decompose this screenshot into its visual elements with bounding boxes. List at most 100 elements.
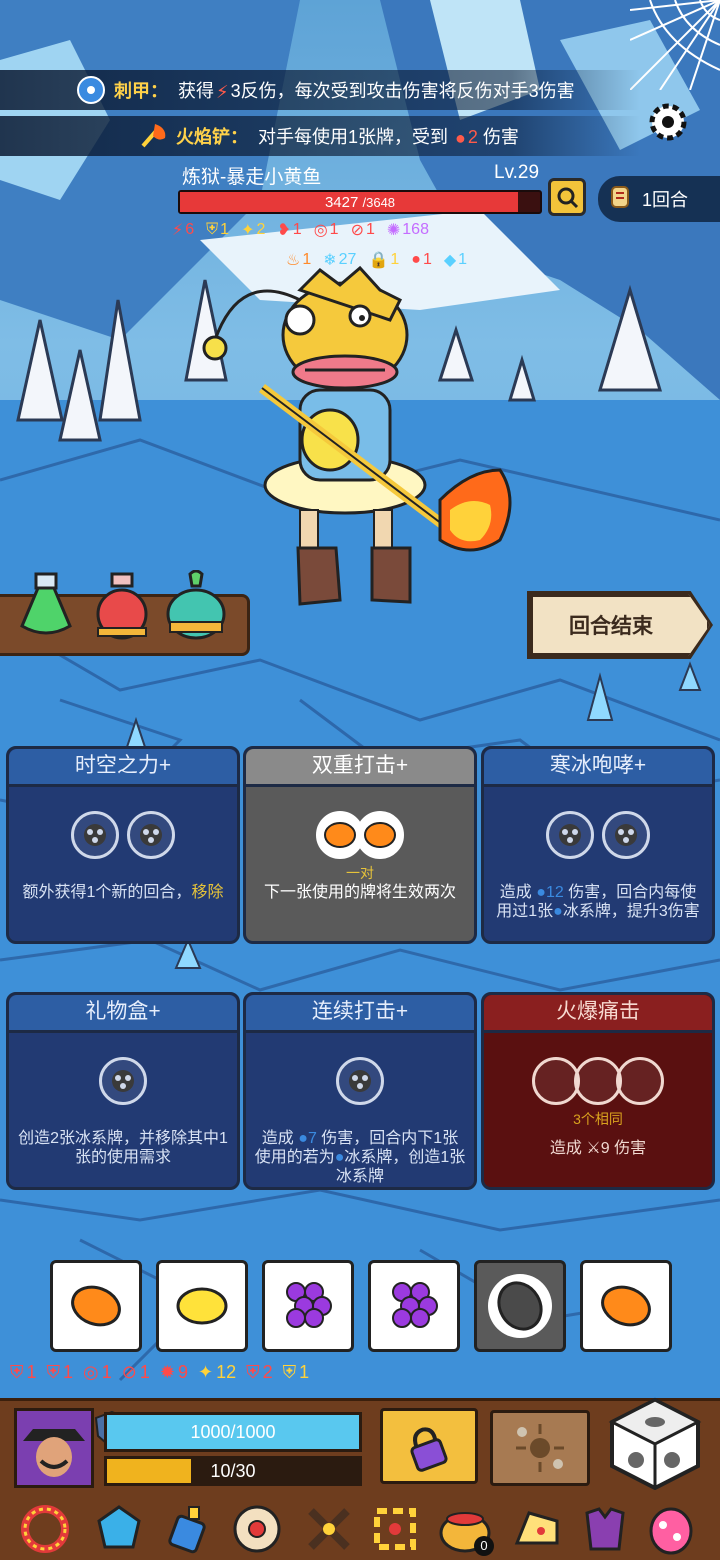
status-thorn[interactable]: ⚡ 6 — [172, 220, 194, 240]
relic-tools-icon[interactable] — [300, 1500, 358, 1558]
status-shield-attack[interactable]: ⛨ 1 — [47, 1362, 74, 1383]
card-title: 火爆痛击 — [484, 995, 712, 1033]
status-snowflake[interactable]: ❄ 27 — [323, 250, 356, 270]
empty-slot[interactable] — [616, 1057, 664, 1105]
die-grape[interactable] — [368, 1260, 460, 1352]
end-turn-button[interactable]: 回合结束 — [530, 594, 710, 656]
dice-slot[interactable] — [546, 811, 594, 859]
blood-drop-icon: ● — [411, 251, 421, 268]
card-requirement — [484, 863, 712, 881]
enemy-status-row-1: ⚡ 6 ⛨ 1 ✦ 2 ❥ 1 ◎ 1 ⊘ 1 ✺ 168 — [172, 220, 429, 240]
spiral-icon: ◎ — [83, 1362, 99, 1382]
status-gear-burst[interactable]: ✹ 9 — [160, 1362, 188, 1383]
red-potion-icon[interactable] — [88, 570, 156, 644]
status-star-burst[interactable]: ✦ 2 — [241, 220, 265, 240]
status-lock[interactable]: 🔒 1 — [368, 250, 399, 270]
empty-slot[interactable] — [532, 1057, 580, 1105]
fire-icon: ♨ — [286, 252, 301, 269]
relic-donut-icon[interactable] — [228, 1500, 286, 1558]
dice-slot[interactable] — [127, 811, 175, 859]
card-combo-strike[interactable]: 连续打击+ 造成 ●7 伤害，回合内下1张使用的若为●冰系牌，创造1张冰系牌 — [243, 992, 477, 1190]
orange-slot-icon[interactable] — [356, 811, 404, 859]
enemy-name: 炼狱-暴走小黄鱼 — [182, 167, 322, 188]
burst-skill-button[interactable] — [490, 1410, 590, 1486]
gear-burst-icon: ✹ — [159, 1362, 175, 1382]
splat-icon: ✺ — [386, 222, 401, 239]
sword-icon: ⚔ — [586, 1140, 601, 1157]
status-value: 1 — [101, 1362, 112, 1382]
status-thorn-shield[interactable]: ⛨ 1 — [10, 1362, 37, 1383]
thorn-icon: ⚡ — [172, 222, 184, 239]
dice-slot[interactable] — [99, 1057, 147, 1105]
card-ice-roar[interactable]: 寒冰咆哮+ 造成 ●12 伤害，回合内每使用过1张●冰系牌，提升3伤害 — [481, 746, 715, 944]
shield-icon: ⛨ — [282, 1362, 297, 1382]
status-value: 1 — [458, 251, 468, 268]
card-time-power[interactable]: 时空之力+ 额外获得1个新的回合，移除 — [6, 746, 240, 944]
lock-dice-button[interactable] — [380, 1408, 478, 1484]
teal-potion-icon[interactable] — [162, 570, 230, 644]
settings-gear-icon[interactable] — [646, 100, 690, 144]
status-shield-break[interactable]: ⛨ 2 — [246, 1362, 273, 1383]
water-drop-icon: ● — [553, 903, 563, 920]
buff-name: 刺甲： — [114, 81, 168, 101]
card-fiery-smash[interactable]: 火爆痛击 3个相同 造成 ⚔9 伤害 — [481, 992, 715, 1190]
status-value: 12 — [216, 1362, 237, 1382]
enemy-status-row-2: ♨ 1 ❄ 27 🔒 1 ● 1 ◆ 1 — [286, 250, 467, 270]
card-description: 创造2张冰系牌，并移除其中1张的使用需求 — [18, 1130, 228, 1166]
green-potion-icon[interactable] — [12, 570, 80, 644]
status-spiral[interactable]: ◎ 1 — [83, 1362, 112, 1383]
enemy-info-book-icon[interactable] — [548, 178, 586, 216]
dice-slot[interactable] — [336, 1057, 384, 1105]
status-no-attack[interactable]: ⊘ 1 — [122, 1362, 150, 1383]
card-description: 下一张使用的牌将生效两次 — [263, 884, 456, 901]
relic-purple-armor-icon[interactable] — [576, 1500, 634, 1558]
status-splat[interactable]: ✺ 168 — [387, 220, 429, 240]
status-shield[interactable]: ⛨ 1 — [283, 1362, 310, 1383]
bleed-icon: ❥ — [277, 222, 291, 239]
card-description: 造成 ●12 伤害，回合内每使用过1张●冰系牌，提升3伤害 — [496, 884, 700, 920]
seed-icon — [488, 1274, 552, 1338]
status-star-burst[interactable]: ✦ 12 — [198, 1362, 236, 1383]
turn-label: 1回合 — [642, 190, 689, 210]
empty-slot[interactable] — [574, 1057, 622, 1105]
status-blood-drop[interactable]: ● 1 — [411, 250, 432, 270]
fire-drop-icon: ● — [455, 127, 466, 148]
status-value: 27 — [338, 251, 357, 268]
relic-pink-egg-icon[interactable] — [642, 1500, 700, 1558]
die-seed-selected[interactable] — [474, 1260, 566, 1352]
no-attack-icon: ⊘ — [350, 222, 364, 239]
relic-blue-vial-icon[interactable] — [158, 1500, 216, 1558]
die-orange[interactable] — [50, 1260, 142, 1352]
turn-counter: 1回合 — [598, 176, 720, 222]
player-status-row: ⛨ 1 ⛨ 1 ◎ 1 ⊘ 1 ✹ 9 ✦ 12 ⛨ 2 ⛨ 1 — [10, 1362, 309, 1383]
die-lemon[interactable] — [156, 1260, 248, 1352]
status-speech[interactable]: ◆ 1 — [444, 250, 467, 270]
player-avatar[interactable] — [14, 1408, 94, 1488]
die-grape[interactable] — [262, 1260, 354, 1352]
card-title: 时空之力+ — [9, 749, 237, 787]
no-attack-icon: ⊘ — [121, 1362, 137, 1382]
card-gift-box[interactable]: 礼物盒+ 创造2张冰系牌，并移除其中1张的使用需求 — [6, 992, 240, 1190]
scroll-icon — [608, 183, 634, 216]
relic-crystal-shield-icon[interactable] — [90, 1500, 148, 1558]
relic-cheese-icon[interactable] — [508, 1500, 566, 1558]
dice-slot[interactable] — [602, 811, 650, 859]
die-orange[interactable] — [580, 1260, 672, 1352]
water-drop-icon: ● — [536, 884, 546, 901]
relic-ring-icon[interactable] — [16, 1500, 74, 1558]
status-fire[interactable]: ♨ 1 — [286, 250, 311, 270]
card-title: 连续打击+ — [246, 995, 474, 1033]
status-bleed[interactable]: ❥ 1 — [277, 220, 301, 240]
status-shield[interactable]: ⛨ 1 — [206, 220, 229, 240]
card-description: 造成 ●7 伤害，回合内下1张使用的若为●冰系牌，创造1张冰系牌 — [254, 1130, 466, 1185]
card-double-strike[interactable]: 双重打击+ 一对 下一张使用的牌将生效两次 — [243, 746, 477, 944]
shield-icon: ⛨ — [206, 221, 219, 238]
reroll-dice-icon[interactable] — [608, 1396, 702, 1490]
relic-golden-chain-icon[interactable] — [366, 1500, 424, 1558]
status-no-attack[interactable]: ⊘ 1 — [351, 220, 375, 240]
player-xp-bar: 10/30 — [104, 1456, 362, 1486]
dice-slot[interactable] — [71, 811, 119, 859]
status-spiral[interactable]: ◎ 1 — [314, 220, 339, 240]
status-value: 1 — [390, 251, 400, 268]
card-requirement: 一对 — [346, 865, 374, 881]
